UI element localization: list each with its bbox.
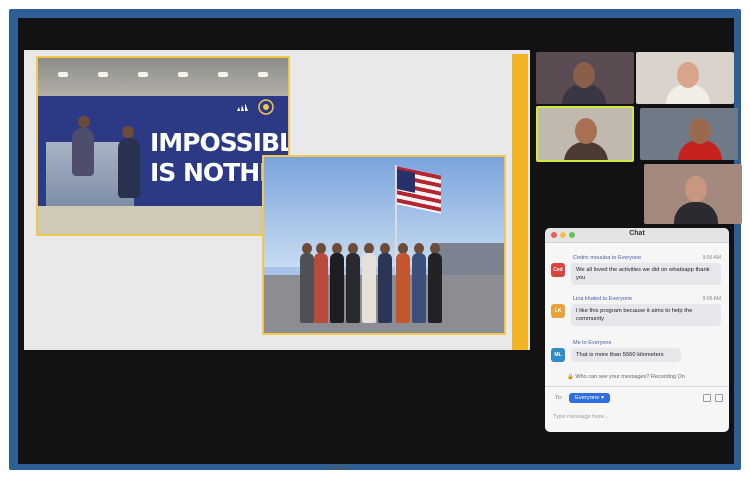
- floor: [38, 206, 288, 234]
- participant-tile-active-speaker[interactable]: [536, 106, 634, 162]
- person-head: [122, 126, 134, 138]
- screen-bottom-text: ...Hello...: [322, 463, 354, 472]
- more-options-icon[interactable]: [715, 394, 723, 402]
- ceiling: [38, 58, 288, 98]
- recipient-dropdown[interactable]: Everyone ▾: [569, 393, 611, 403]
- message-time: 9:06 AM: [702, 255, 721, 261]
- group-photo: [262, 155, 506, 335]
- building: [432, 243, 504, 275]
- privacy-text: Who can see your messages? Recording On: [575, 374, 685, 380]
- message-bubble: We all loved the activities we did on wh…: [571, 263, 721, 285]
- unicorn-logo-icon: [258, 99, 274, 115]
- message-sender: Cedric mouuba to Everyone: [573, 255, 642, 261]
- message-bubble: That is more than 5560 kilometers: [571, 348, 681, 362]
- person-figure: [118, 138, 140, 198]
- participant-face: [573, 62, 595, 88]
- chat-titlebar: Chat: [545, 228, 729, 243]
- participant-tile[interactable]: [636, 52, 734, 104]
- participant-face: [677, 62, 699, 88]
- divider: [545, 386, 729, 387]
- lock-icon: 🔒: [567, 374, 574, 380]
- slogan-line-1: IMPOSSIBLE: [150, 128, 288, 157]
- message-time: 9:06 AM: [702, 296, 721, 302]
- participant-tile[interactable]: [640, 108, 738, 160]
- chevron-down-icon: ▾: [601, 395, 605, 401]
- participant-tile[interactable]: [644, 164, 742, 224]
- runner-figure: [72, 128, 94, 176]
- chat-panel: Chat Ced Cedric mouuba to Everyone 9:06 …: [545, 228, 729, 432]
- privacy-notice[interactable]: 🔒 Who can see your messages? Recording O…: [567, 374, 685, 380]
- adidas-banner-photo: IMPOSSIBLE IS NOTHING: [36, 56, 290, 236]
- message-sender: Me to Everyone: [573, 340, 612, 346]
- message-input[interactable]: Type message here...: [553, 410, 721, 424]
- participant-tile[interactable]: [536, 52, 634, 104]
- avatar: LK: [551, 304, 565, 318]
- participant-face: [689, 118, 711, 144]
- to-label: To:: [555, 395, 563, 401]
- slide-accent-bar: [512, 54, 528, 350]
- participant-face: [575, 118, 597, 144]
- runner-head: [78, 116, 90, 128]
- participant-face: [685, 176, 707, 202]
- avatar: Ced: [551, 263, 565, 277]
- message-sender: Lina khaled to Everyone: [573, 296, 633, 302]
- message-bubble: I like this program because it aims to h…: [571, 304, 721, 326]
- chat-title: Chat: [629, 230, 645, 237]
- recipient-label: Everyone: [575, 395, 600, 401]
- flag-canton: [397, 169, 415, 193]
- file-share-icon[interactable]: [703, 394, 711, 402]
- adidas-logo-icon: [237, 103, 248, 111]
- avatar: ML: [551, 348, 565, 362]
